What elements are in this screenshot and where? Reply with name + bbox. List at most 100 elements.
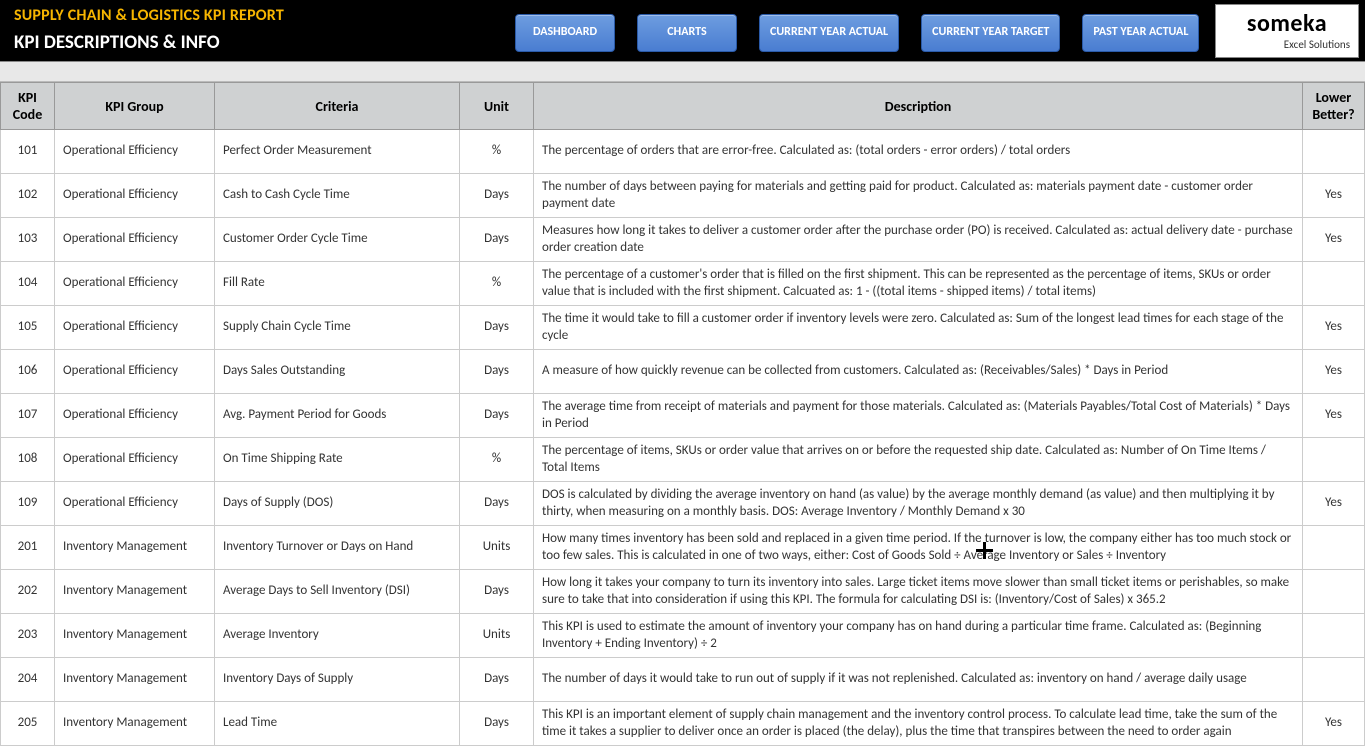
cell-description[interactable]: The percentage of items, SKUs or order v… bbox=[534, 438, 1303, 482]
table-row[interactable]: 105Operational EfficiencySupply Chain Cy… bbox=[1, 306, 1365, 350]
cell-lower-better[interactable]: Yes bbox=[1303, 394, 1365, 438]
cell-kpi-group[interactable]: Inventory Management bbox=[55, 526, 215, 570]
cell-lower-better[interactable] bbox=[1303, 658, 1365, 702]
cell-kpi-group[interactable]: Operational Efficiency bbox=[55, 218, 215, 262]
cell-kpi-code[interactable]: 201 bbox=[1, 526, 55, 570]
cell-unit[interactable]: % bbox=[460, 130, 534, 174]
cell-kpi-group[interactable]: Inventory Management bbox=[55, 570, 215, 614]
cell-lower-better[interactable]: Yes bbox=[1303, 306, 1365, 350]
cell-criteria[interactable]: Days Sales Outstanding bbox=[215, 350, 460, 394]
col-lower-better[interactable]: Lower Better? bbox=[1303, 83, 1365, 130]
cell-criteria[interactable]: Customer Order Cycle Time bbox=[215, 218, 460, 262]
nav-current-year-actual[interactable]: CURRENT YEAR ACTUAL bbox=[759, 14, 899, 52]
col-criteria[interactable]: Criteria bbox=[215, 83, 460, 130]
cell-kpi-code[interactable]: 107 bbox=[1, 394, 55, 438]
cell-unit[interactable]: Days bbox=[460, 350, 534, 394]
cell-lower-better[interactable] bbox=[1303, 130, 1365, 174]
brand-logo[interactable]: someka Excel Solutions bbox=[1215, 4, 1359, 58]
table-row[interactable]: 109Operational EfficiencyDays of Supply … bbox=[1, 482, 1365, 526]
table-row[interactable]: 101Operational EfficiencyPerfect Order M… bbox=[1, 130, 1365, 174]
cell-kpi-code[interactable]: 102 bbox=[1, 174, 55, 218]
cell-description[interactable]: DOS is calculated by dividing the averag… bbox=[534, 482, 1303, 526]
cell-unit[interactable]: Units bbox=[460, 526, 534, 570]
cell-kpi-code[interactable]: 101 bbox=[1, 130, 55, 174]
cell-description[interactable]: The number of days it would take to run … bbox=[534, 658, 1303, 702]
cell-kpi-group[interactable]: Operational Efficiency bbox=[55, 262, 215, 306]
cell-unit[interactable]: Days bbox=[460, 394, 534, 438]
cell-kpi-code[interactable]: 105 bbox=[1, 306, 55, 350]
col-unit[interactable]: Unit bbox=[460, 83, 534, 130]
cell-unit[interactable]: Days bbox=[460, 570, 534, 614]
cell-lower-better[interactable]: Yes bbox=[1303, 174, 1365, 218]
cell-description[interactable]: How long it takes your company to turn i… bbox=[534, 570, 1303, 614]
cell-lower-better[interactable] bbox=[1303, 262, 1365, 306]
col-kpi-group[interactable]: KPI Group bbox=[55, 83, 215, 130]
cell-kpi-code[interactable]: 108 bbox=[1, 438, 55, 482]
cell-description[interactable]: The percentage of a customer's order tha… bbox=[534, 262, 1303, 306]
cell-unit[interactable]: Days bbox=[460, 702, 534, 746]
cell-kpi-group[interactable]: Operational Efficiency bbox=[55, 438, 215, 482]
cell-unit[interactable]: Days bbox=[460, 218, 534, 262]
table-row[interactable]: 201Inventory ManagementInventory Turnove… bbox=[1, 526, 1365, 570]
cell-unit[interactable]: % bbox=[460, 438, 534, 482]
cell-description[interactable]: This KPI is used to estimate the amount … bbox=[534, 614, 1303, 658]
table-row[interactable]: 103Operational EfficiencyCustomer Order … bbox=[1, 218, 1365, 262]
cell-unit[interactable]: Units bbox=[460, 614, 534, 658]
cell-kpi-code[interactable]: 203 bbox=[1, 614, 55, 658]
cell-criteria[interactable]: Inventory Days of Supply bbox=[215, 658, 460, 702]
table-row[interactable]: 204Inventory ManagementInventory Days of… bbox=[1, 658, 1365, 702]
cell-criteria[interactable]: Cash to Cash Cycle Time bbox=[215, 174, 460, 218]
cell-kpi-group[interactable]: Operational Efficiency bbox=[55, 174, 215, 218]
cell-lower-better[interactable] bbox=[1303, 570, 1365, 614]
cell-unit[interactable]: % bbox=[460, 262, 534, 306]
cell-kpi-code[interactable]: 106 bbox=[1, 350, 55, 394]
table-row[interactable]: 108Operational EfficiencyOn Time Shippin… bbox=[1, 438, 1365, 482]
cell-unit[interactable]: Days bbox=[460, 174, 534, 218]
col-description[interactable]: Description bbox=[534, 83, 1303, 130]
cell-kpi-group[interactable]: Operational Efficiency bbox=[55, 306, 215, 350]
table-row[interactable]: 205Inventory ManagementLead TimeDaysThis… bbox=[1, 702, 1365, 746]
cell-unit[interactable]: Days bbox=[460, 482, 534, 526]
cell-kpi-group[interactable]: Inventory Management bbox=[55, 658, 215, 702]
cell-lower-better[interactable] bbox=[1303, 438, 1365, 482]
cell-description[interactable]: Measures how long it takes to deliver a … bbox=[534, 218, 1303, 262]
cell-lower-better[interactable]: Yes bbox=[1303, 218, 1365, 262]
cell-kpi-group[interactable]: Operational Efficiency bbox=[55, 350, 215, 394]
cell-criteria[interactable]: Lead Time bbox=[215, 702, 460, 746]
cell-kpi-group[interactable]: Operational Efficiency bbox=[55, 394, 215, 438]
cell-criteria[interactable]: Average Days to Sell Inventory (DSI) bbox=[215, 570, 460, 614]
cell-lower-better[interactable]: Yes bbox=[1303, 350, 1365, 394]
table-row[interactable]: 104Operational EfficiencyFill Rate%The p… bbox=[1, 262, 1365, 306]
cell-kpi-group[interactable]: Operational Efficiency bbox=[55, 482, 215, 526]
cell-lower-better[interactable] bbox=[1303, 614, 1365, 658]
cell-description[interactable]: This KPI is an important element of supp… bbox=[534, 702, 1303, 746]
col-kpi-code[interactable]: KPI Code bbox=[1, 83, 55, 130]
cell-lower-better[interactable]: Yes bbox=[1303, 702, 1365, 746]
table-row[interactable]: 102Operational EfficiencyCash to Cash Cy… bbox=[1, 174, 1365, 218]
table-row[interactable]: 107Operational EfficiencyAvg. Payment Pe… bbox=[1, 394, 1365, 438]
cell-criteria[interactable]: Days of Supply (DOS) bbox=[215, 482, 460, 526]
cell-unit[interactable]: Days bbox=[460, 306, 534, 350]
cell-kpi-code[interactable]: 205 bbox=[1, 702, 55, 746]
nav-current-year-target[interactable]: CURRENT YEAR TARGET bbox=[921, 14, 1060, 52]
cell-criteria[interactable]: Supply Chain Cycle Time bbox=[215, 306, 460, 350]
cell-lower-better[interactable]: Yes bbox=[1303, 482, 1365, 526]
nav-charts[interactable]: CHARTS bbox=[637, 14, 737, 52]
cell-description[interactable]: The percentage of orders that are error-… bbox=[534, 130, 1303, 174]
cell-criteria[interactable]: Average Inventory bbox=[215, 614, 460, 658]
cell-kpi-group[interactable]: Inventory Management bbox=[55, 614, 215, 658]
nav-dashboard[interactable]: DASHBOARD bbox=[515, 14, 615, 52]
cell-description[interactable]: A measure of how quickly revenue can be … bbox=[534, 350, 1303, 394]
cell-kpi-code[interactable]: 204 bbox=[1, 658, 55, 702]
cell-kpi-group[interactable]: Operational Efficiency bbox=[55, 130, 215, 174]
table-row[interactable]: 106Operational EfficiencyDays Sales Outs… bbox=[1, 350, 1365, 394]
cell-lower-better[interactable] bbox=[1303, 526, 1365, 570]
cell-kpi-code[interactable]: 109 bbox=[1, 482, 55, 526]
cell-unit[interactable]: Days bbox=[460, 658, 534, 702]
cell-description[interactable]: How many times inventory has been sold a… bbox=[534, 526, 1303, 570]
cell-kpi-code[interactable]: 103 bbox=[1, 218, 55, 262]
cell-description[interactable]: The average time from receipt of materia… bbox=[534, 394, 1303, 438]
nav-past-year-actual[interactable]: PAST YEAR ACTUAL bbox=[1082, 14, 1199, 52]
cell-criteria[interactable]: Avg. Payment Period for Goods bbox=[215, 394, 460, 438]
cell-kpi-group[interactable]: Inventory Management bbox=[55, 702, 215, 746]
